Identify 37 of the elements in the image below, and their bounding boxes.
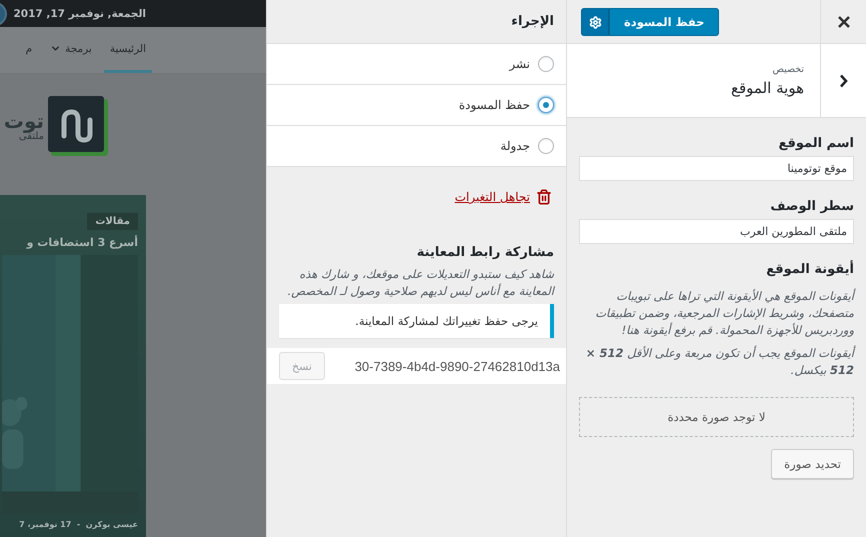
post-meta: عيسى بوكرن - 17 نوفمبر، 7 <box>18 519 138 531</box>
nav-item[interactable]: الرئيسية <box>104 27 152 73</box>
section-title: مشاركة رابط المعاينة <box>416 245 554 260</box>
text-field[interactable]: موقع توتومينا <box>579 156 854 181</box>
date-text: الجمعة, نوفمبر 17, 2017 <box>13 8 146 20</box>
radio-option[interactable]: جدولة <box>267 126 566 167</box>
save-draft-button[interactable]: حفظ المسودة <box>609 8 720 36</box>
discard-link[interactable]: تجاهل التغيرات <box>454 189 552 205</box>
settings-icon <box>588 16 602 28</box>
nav-item[interactable]: برمجة <box>44 27 98 73</box>
radio-option[interactable]: نشر <box>267 44 566 85</box>
logo-title: توت <box>4 110 44 130</box>
logo-subtitle: ملتقى <box>18 130 44 142</box>
radio-button[interactable] <box>538 56 554 72</box>
nav-item[interactable]: م <box>20 27 38 73</box>
post-title: أسرع 3 استضافات و <box>25 236 138 249</box>
chevron-right-icon <box>839 74 848 88</box>
radio-button[interactable] <box>538 138 554 154</box>
trash-icon <box>536 189 552 205</box>
notice-message: يرجى حفظ تغييراتك لمشاركة المعاينة. <box>279 304 554 338</box>
field-label: سطر الوصف <box>769 199 854 214</box>
panel-title: الإجراء <box>511 14 554 29</box>
radio-button[interactable] <box>538 97 554 113</box>
settings-button[interactable] <box>581 8 609 36</box>
radio-option[interactable]: حفظ المسودة <box>267 85 566 126</box>
share-description: شاهد كيف ستبدو التعديلات على موقعك، و شارك هذه المعاينة مع أناس ليس لديهم صلاحية وصول لـ المخصص. <box>286 266 554 300</box>
logo-icon <box>48 96 108 156</box>
breadcrumb: تخصيص <box>771 64 804 75</box>
category-tag: مقالات <box>87 213 138 230</box>
text-field[interactable]: ملتقى المطورين العرب <box>579 219 854 244</box>
image-field[interactable]: لا توجد صورة محددة <box>579 397 854 437</box>
select-image-button[interactable]: تحديد صورة <box>771 449 854 479</box>
site-icon-description: أيقونات الموقع هي الأيقونة التي تراها على تبويبات متصفحك، وشريط الإشارات المرجعية، وضمن تطبيقات ووردبريس للأجهزة المحمولة. قم برفع أيقونة هنا! <box>594 288 854 339</box>
field-label: أيقونة الموقع <box>765 262 854 277</box>
field-label: اسم الموقع <box>777 136 854 151</box>
close-icon <box>838 16 850 28</box>
section-title: هوية الموقع <box>731 79 804 97</box>
